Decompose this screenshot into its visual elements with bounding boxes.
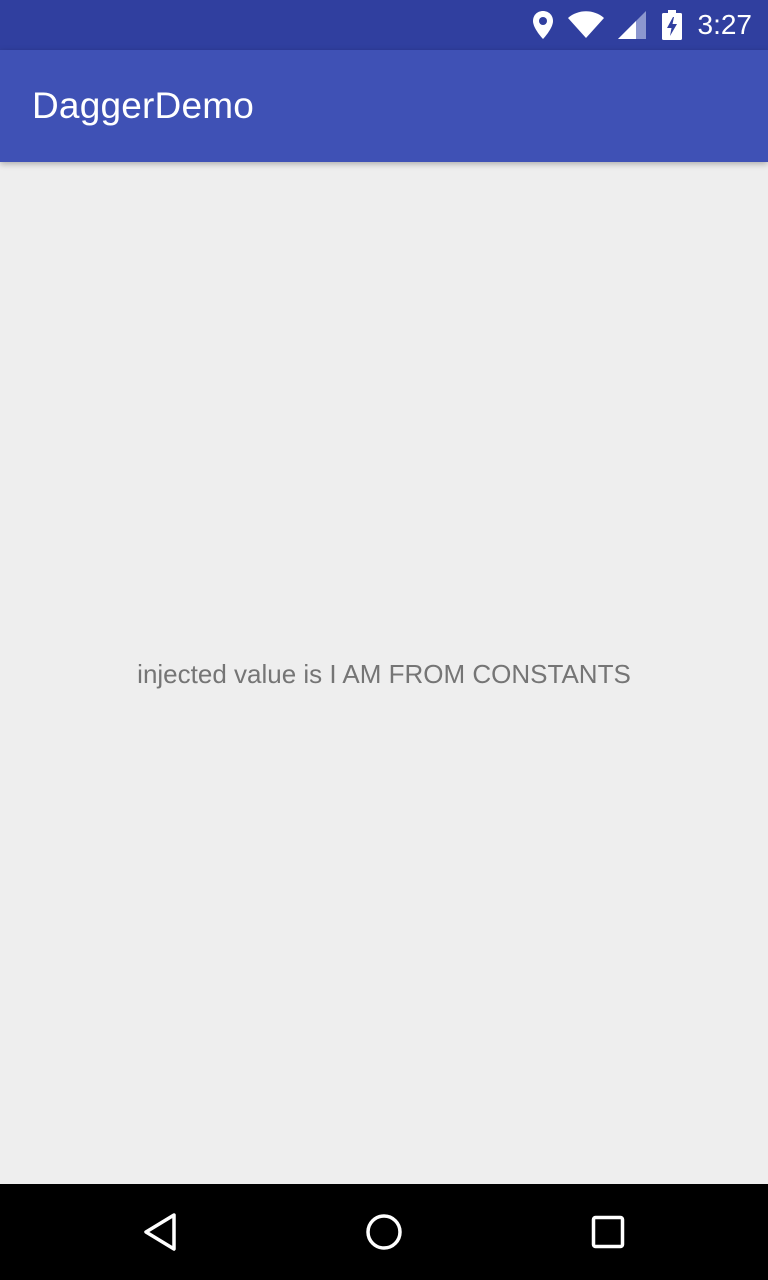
wifi-icon [567, 11, 604, 39]
location-icon [532, 10, 554, 40]
status-bar: 3:27 [0, 0, 768, 50]
status-icons: 3:27 [532, 0, 753, 50]
home-button[interactable] [336, 1184, 432, 1280]
recents-icon [591, 1215, 625, 1249]
app-bar: DaggerDemo [0, 50, 768, 162]
main-content: injected value is I AM FROM CONSTANTS [0, 162, 768, 1184]
status-time: 3:27 [697, 9, 753, 40]
app-title: DaggerDemo [32, 85, 255, 126]
injected-value-text: injected value is I AM FROM CONSTANTS [137, 659, 631, 689]
home-icon [364, 1212, 404, 1252]
back-button[interactable] [112, 1184, 208, 1280]
back-icon [142, 1212, 178, 1252]
battery-charging-icon [661, 10, 682, 40]
recents-button[interactable] [560, 1184, 656, 1280]
navigation-bar [0, 1184, 768, 1280]
signal-icon [617, 11, 648, 39]
